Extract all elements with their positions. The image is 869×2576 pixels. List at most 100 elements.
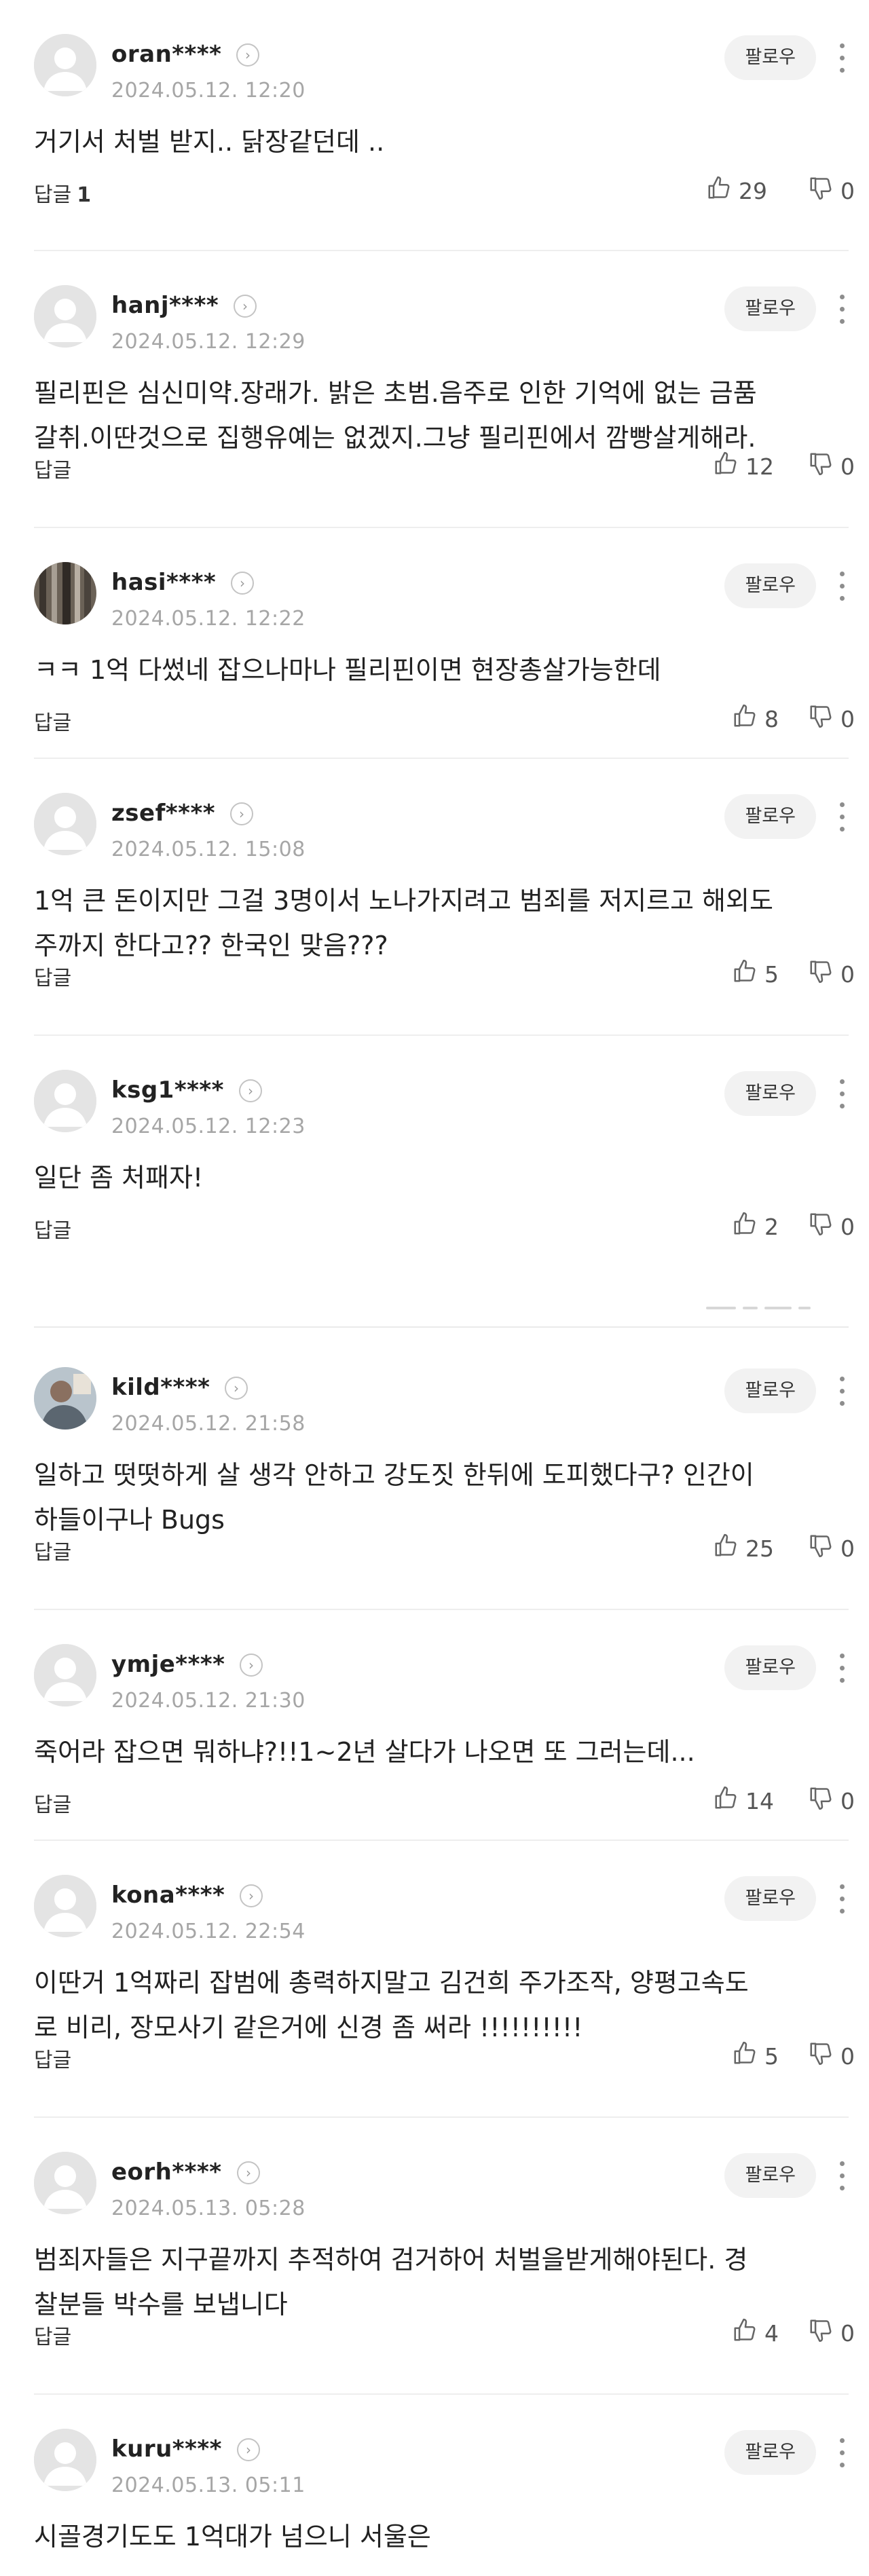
dislike-button[interactable]: 0: [808, 1533, 855, 1564]
chevron-right-icon[interactable]: ›: [237, 2161, 260, 2184]
default-avatar-icon[interactable]: [34, 1875, 96, 1937]
username[interactable]: eorh****: [111, 2159, 222, 2186]
photo-avatar-icon[interactable]: [34, 562, 96, 624]
username[interactable]: hanj****: [111, 292, 219, 319]
reply-label: 답글: [34, 1541, 72, 1565]
chevron-right-icon[interactable]: ›: [237, 2438, 260, 2461]
more-options-icon[interactable]: [835, 567, 849, 605]
dislike-button[interactable]: 0: [808, 451, 855, 482]
chevron-right-icon[interactable]: ›: [234, 295, 257, 318]
timestamp: 2024.05.12. 12:20: [111, 79, 306, 102]
follow-button[interactable]: 팔로우: [724, 1876, 816, 1921]
more-options-icon[interactable]: [835, 2157, 849, 2195]
reply-button[interactable]: 답글: [34, 453, 71, 483]
default-avatar-icon[interactable]: [34, 2152, 96, 2214]
follow-button[interactable]: 팔로우: [724, 2430, 816, 2475]
reply-button[interactable]: 답글: [34, 2320, 71, 2350]
username[interactable]: hasi****: [111, 569, 216, 596]
like-count: 14: [745, 1787, 774, 1814]
chevron-right-icon[interactable]: ›: [225, 1377, 248, 1400]
more-options-icon[interactable]: [835, 39, 849, 77]
like-button[interactable]: 5: [732, 958, 779, 990]
default-avatar-icon[interactable]: [34, 2429, 96, 2491]
default-avatar-icon[interactable]: [34, 1070, 96, 1132]
comment-item: ksg1**** › 2024.05.12. 12:23 팔로우 일단 좀 처패자! 답글…: [34, 1036, 855, 1283]
like-count: 25: [745, 1535, 774, 1562]
dot: [840, 68, 845, 73]
timestamp: 2024.05.12. 21:58: [111, 1412, 306, 1436]
comment-text: 시골경기도도 1억대가 넘으니 서울은: [34, 2522, 431, 2552]
dislike-count: 0: [840, 1787, 855, 1814]
default-avatar-icon[interactable]: [34, 793, 96, 855]
reply-label: 답글: [34, 711, 72, 735]
thumbs-up-icon: [732, 703, 764, 734]
username[interactable]: ksg1****: [111, 1077, 224, 1104]
follow-button[interactable]: 팔로우: [724, 1368, 816, 1413]
dislike-button[interactable]: 0: [808, 1785, 855, 1816]
reply-button[interactable]: 답글 1: [34, 178, 91, 208]
dot: [840, 56, 845, 60]
username[interactable]: oran****: [111, 41, 221, 68]
username[interactable]: ymje****: [111, 1651, 225, 1678]
chevron-right-icon[interactable]: ›: [240, 1884, 263, 1907]
dislike-button[interactable]: 0: [808, 958, 855, 990]
reply-button[interactable]: 답글: [34, 1535, 71, 1565]
reply-label: 답글: [34, 2326, 72, 2349]
like-button[interactable]: 12: [713, 451, 774, 482]
photo-avatar-icon[interactable]: [34, 1367, 96, 1430]
like-count: 5: [764, 960, 779, 988]
reply-button[interactable]: 답글: [34, 1214, 71, 1244]
dot: [840, 815, 845, 819]
dislike-button[interactable]: 0: [808, 1211, 855, 1242]
reply-button[interactable]: 답글: [34, 706, 71, 736]
follow-button[interactable]: 팔로우: [724, 2153, 816, 2198]
more-options-icon[interactable]: [835, 291, 849, 329]
dislike-button[interactable]: 0: [808, 175, 855, 206]
like-button[interactable]: 5: [732, 2040, 779, 2072]
like-button[interactable]: 29: [706, 175, 767, 206]
like-button[interactable]: 4: [732, 2317, 779, 2349]
like-count: 29: [739, 177, 767, 204]
more-options-icon[interactable]: [835, 2434, 849, 2472]
more-options-icon[interactable]: [835, 798, 849, 836]
more-options-icon[interactable]: [835, 1075, 849, 1113]
follow-button[interactable]: 팔로우: [724, 35, 816, 80]
like-button[interactable]: 2: [732, 1211, 779, 1242]
dislike-button[interactable]: 0: [808, 2317, 855, 2349]
username[interactable]: kild****: [111, 1374, 210, 1401]
follow-button[interactable]: 팔로우: [724, 563, 816, 608]
follow-button[interactable]: 팔로우: [724, 794, 816, 839]
dislike-button[interactable]: 0: [808, 703, 855, 734]
dot: [840, 596, 845, 601]
default-avatar-icon[interactable]: [34, 1644, 96, 1706]
chevron-right-icon[interactable]: ›: [231, 572, 254, 595]
dot: [840, 1678, 845, 1683]
chevron-right-icon[interactable]: ›: [230, 802, 253, 825]
reply-button[interactable]: 답글: [34, 2043, 71, 2073]
like-count: 5: [764, 2042, 779, 2070]
follow-button[interactable]: 팔로우: [724, 1645, 816, 1690]
chevron-right-icon[interactable]: ›: [240, 1654, 263, 1677]
username[interactable]: kona****: [111, 1882, 225, 1909]
username[interactable]: kuru****: [111, 2435, 222, 2463]
like-button[interactable]: 8: [732, 703, 779, 734]
more-options-icon[interactable]: [835, 1649, 849, 1687]
comment-text: 거기서 처벌 받지.. 닭장같던데 ..: [34, 127, 385, 157]
comment-text: 이딴거 1억짜리 잡범에 총력하지말고 김건희 주가조작, 양평고속도 로 비리…: [34, 1968, 749, 2042]
chevron-right-icon[interactable]: ›: [239, 1079, 262, 1102]
more-options-icon[interactable]: [835, 1880, 849, 1918]
username[interactable]: zsef****: [111, 800, 215, 827]
reply-button[interactable]: 답글: [34, 1788, 71, 1818]
reply-button[interactable]: 답글: [34, 961, 71, 991]
chevron-right-icon[interactable]: ›: [236, 43, 259, 67]
dislike-button[interactable]: 0: [808, 2040, 855, 2072]
thumbs-up-icon: [713, 1533, 745, 1564]
default-avatar-icon[interactable]: [34, 285, 96, 348]
default-avatar-icon[interactable]: [34, 34, 96, 96]
follow-button[interactable]: 팔로우: [724, 286, 816, 331]
like-button[interactable]: 14: [713, 1785, 774, 1816]
more-options-icon[interactable]: [835, 1373, 849, 1411]
timestamp: 2024.05.13. 05:11: [111, 2474, 306, 2497]
follow-button[interactable]: 팔로우: [724, 1071, 816, 1116]
like-button[interactable]: 25: [713, 1533, 774, 1564]
